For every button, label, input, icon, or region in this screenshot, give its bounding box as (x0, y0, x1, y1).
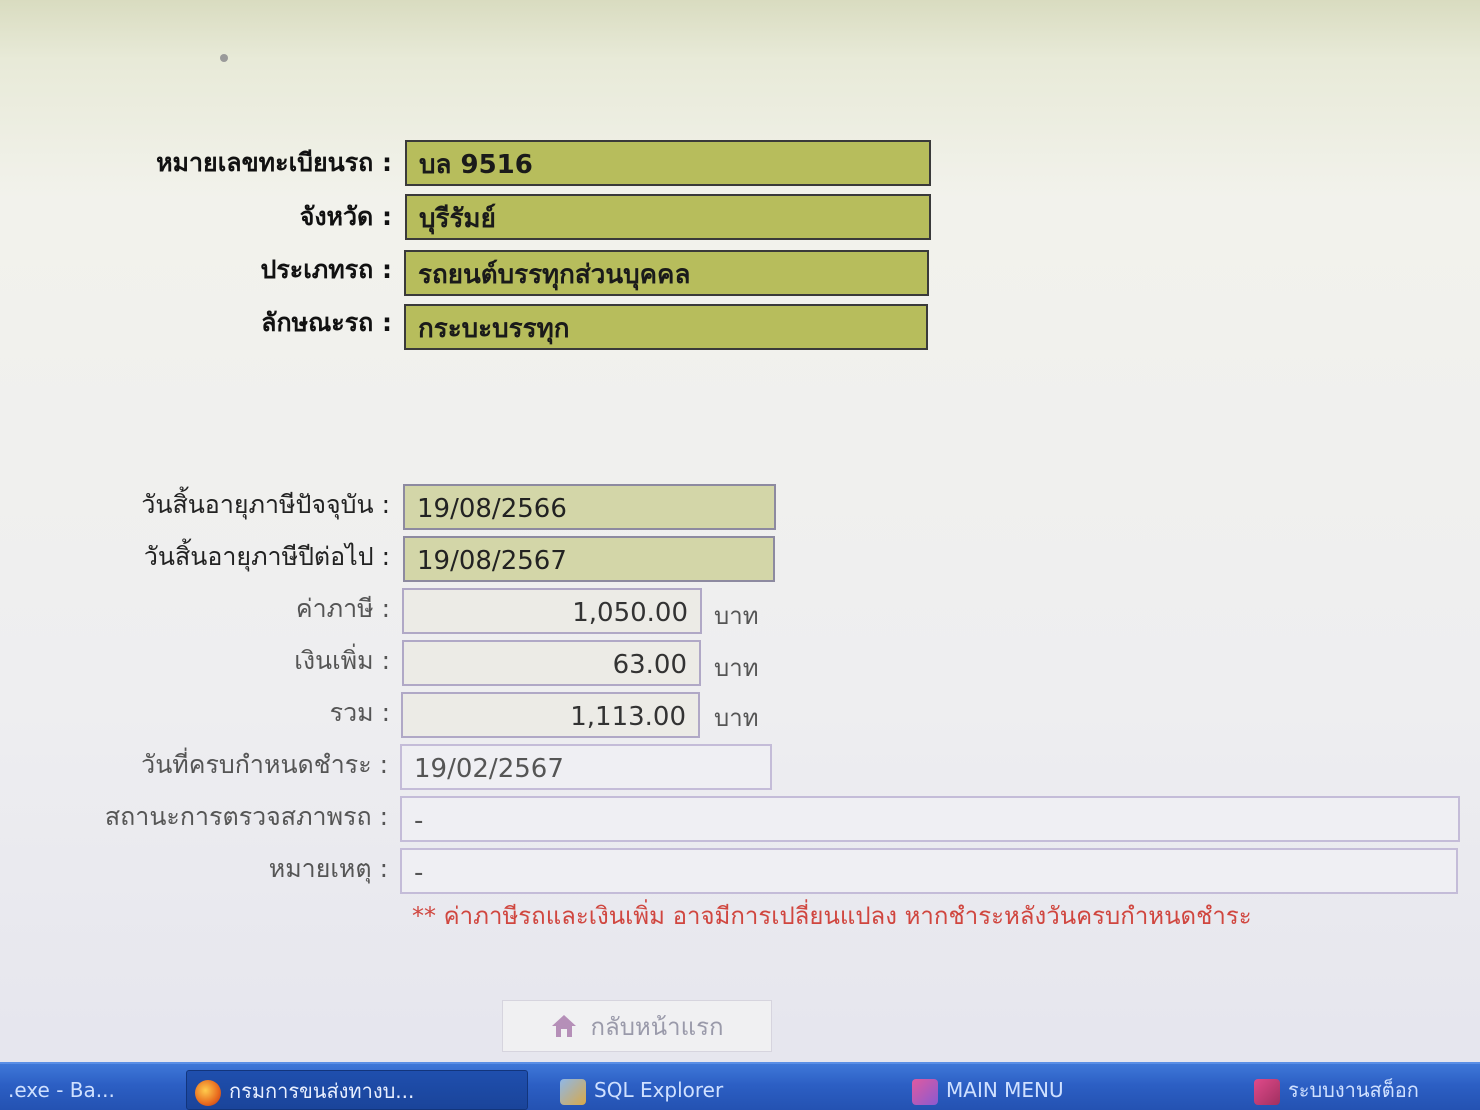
due-field: 19/02/2567 (400, 744, 772, 790)
sql-explorer-icon (560, 1078, 586, 1105)
surcharge-unit: บาท (714, 654, 759, 682)
inspection-row: สถานะการตรวจสภาพรถ : (0, 792, 388, 842)
remark-label: หมายเหตุ : (268, 854, 388, 883)
inspection-field: - (400, 796, 1460, 842)
surcharge-field: 63.00 (402, 640, 701, 686)
tax-field: 1,050.00 (402, 588, 702, 634)
taskbar-item-exe[interactable]: .exe - Ba... (0, 1070, 170, 1110)
tax-row: ค่าภาษี : (0, 584, 390, 634)
total-unit: บาท (714, 704, 759, 732)
type-field: รถยนต์บรรทุกส่วนบุคคล (404, 250, 929, 296)
current-expiry-field: 19/08/2566 (403, 484, 776, 530)
taskbar-item-browser[interactable]: กรมการขนส่งทางบ... (186, 1070, 528, 1110)
next-expiry-field: 19/08/2567 (403, 536, 775, 582)
car-icon (1254, 1078, 1280, 1105)
tax-label: ค่าภาษี : (295, 594, 390, 623)
taskbar: .exe - Ba... กรมการขนส่งทางบ... SQL Expl… (0, 1062, 1480, 1110)
tax-unit: บาท (714, 602, 759, 630)
taskbar-item-browser-label: กรมการขนส่งทางบ... (229, 1079, 415, 1103)
remark-field: - (400, 848, 1458, 894)
style-field: กระบะบรรทุก (404, 304, 928, 350)
plate-field: บล 9516 (405, 140, 931, 186)
taskbar-item-stock-label: ระบบงานสต็อก (1288, 1078, 1419, 1102)
style-label: ลักษณะรถ : (261, 308, 392, 337)
due-row: วันที่ครบกำหนดชำระ : (0, 740, 388, 790)
total-field: 1,113.00 (401, 692, 700, 738)
surcharge-label: เงินเพิ่ม : (294, 646, 390, 675)
style-row: ลักษณะรถ : (0, 298, 392, 348)
main-menu-icon (912, 1078, 938, 1105)
next-expiry-label: วันสิ้นอายุภาษีปีต่อไป : (143, 542, 390, 571)
province-label: จังหวัด : (299, 202, 392, 231)
taskbar-item-stock[interactable]: ระบบงานสต็อก (1246, 1070, 1480, 1110)
decorative-dot (220, 54, 228, 62)
surcharge-row: เงินเพิ่ม : (0, 636, 390, 686)
remark-row: หมายเหตุ : (0, 844, 388, 894)
tax-inquiry-page: หมายเลขทะเบียนรถ : บล 9516 จังหวัด : บุร… (0, 0, 1480, 1060)
taskbar-item-main-menu[interactable]: MAIN MENU (904, 1070, 1224, 1110)
province-row: จังหวัด : (0, 192, 392, 242)
next-expiry-row: วันสิ้นอายุภาษีปีต่อไป : (0, 532, 390, 582)
type-label: ประเภทรถ : (260, 255, 393, 284)
back-home-button[interactable]: กลับหน้าแรก (502, 1000, 772, 1052)
taskbar-item-exe-label: .exe - Ba... (8, 1078, 115, 1102)
current-expiry-row: วันสิ้นอายุภาษีปัจจุบัน : (0, 480, 390, 530)
taskbar-item-main-menu-label: MAIN MENU (946, 1078, 1064, 1102)
type-row: ประเภทรถ : (0, 245, 393, 295)
home-icon (552, 1015, 577, 1037)
warning-note: ** ค่าภาษีรถและเงินเพิ่ม อาจมีการเปลี่ยน… (412, 902, 1252, 930)
plate-label: หมายเลขทะเบียนรถ : (156, 148, 392, 177)
province-field: บุรีรัมย์ (405, 194, 931, 240)
current-expiry-label: วันสิ้นอายุภาษีปัจจุบัน : (141, 490, 390, 519)
plate-row: หมายเลขทะเบียนรถ : (0, 138, 392, 188)
taskbar-item-sql-explorer-label: SQL Explorer (594, 1078, 724, 1102)
inspection-label: สถานะการตรวจสภาพรถ : (104, 802, 388, 831)
back-home-label: กลับหน้าแรก (590, 1012, 724, 1041)
firefox-icon (195, 1079, 221, 1106)
total-row: รวม : (0, 688, 390, 738)
taskbar-item-sql-explorer[interactable]: SQL Explorer (552, 1070, 872, 1110)
due-label: วันที่ครบกำหนดชำระ : (141, 750, 388, 779)
total-label: รวม : (329, 698, 390, 727)
